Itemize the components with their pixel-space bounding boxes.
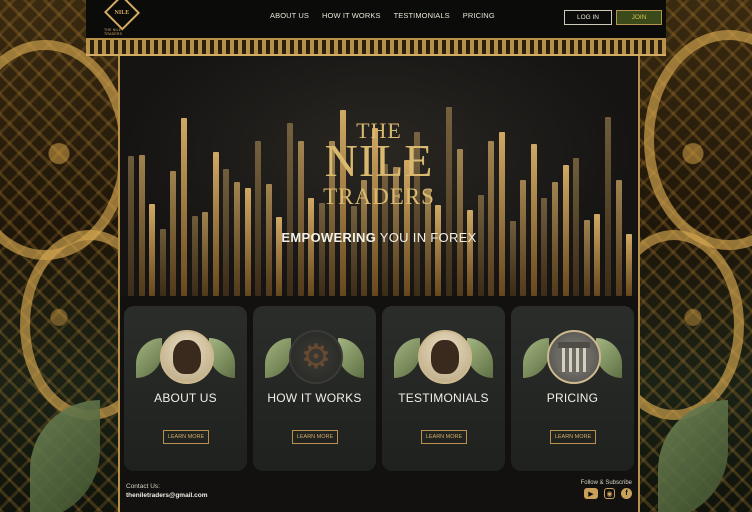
nav-how-it-works[interactable]: HOW IT WORKS	[322, 11, 381, 20]
logo-diamond-icon: NILE	[103, 0, 141, 31]
hero-bar-decoration	[541, 198, 548, 296]
hero-bar-decoration	[350, 206, 357, 296]
learn-more-button[interactable]: LEARN MORE	[163, 430, 209, 444]
laurel-left-icon	[136, 338, 162, 378]
hero-bar-decoration	[435, 205, 442, 296]
hero-bar-decoration	[467, 210, 474, 296]
follow-label: Follow & Subscribe	[580, 480, 632, 486]
laurel-left-icon	[523, 338, 549, 378]
card-title: PRICING	[546, 391, 599, 405]
right-ornament-panel	[634, 0, 752, 512]
hero-bar-decoration	[308, 198, 315, 296]
portrait-icon	[418, 330, 472, 384]
learn-more-button[interactable]: LEARN MORE	[292, 430, 338, 444]
hero-bar-decoration	[477, 195, 484, 296]
contact-label: Contact Us:	[126, 483, 160, 490]
contact-email-link[interactable]: theniletraders@gmail.com	[126, 491, 207, 500]
portrait-icon	[160, 330, 214, 384]
instagram-icon[interactable]: ◉	[604, 488, 615, 499]
learn-more-button[interactable]: LEARN MORE	[550, 430, 596, 444]
learn-more-button[interactable]: LEARN MORE	[421, 430, 467, 444]
ornamental-border	[86, 40, 666, 56]
temple-icon	[547, 330, 601, 384]
hero-bar-decoration	[276, 217, 283, 296]
hero-title-line-2: NILE	[324, 135, 434, 186]
nav-testimonials[interactable]: TESTIMONIALS	[394, 11, 450, 20]
hero-bar-decoration	[191, 216, 198, 296]
tagline-rest: YOU IN FOREX	[376, 230, 477, 245]
site-logo[interactable]: NILE THE NILE TRADERS	[103, 0, 141, 36]
nav-pricing[interactable]: PRICING	[463, 11, 495, 20]
card-testimonials[interactable]: TESTIMONIALS LEARN MORE	[382, 306, 505, 471]
hero-title-line-3: TRADERS	[323, 184, 435, 209]
card-title: TESTIMONIALS	[398, 391, 489, 405]
hero-banner: THE NILE TRADERS EMPOWERING YOU IN FOREX	[120, 56, 638, 296]
gear-icon: ⚙	[289, 330, 343, 384]
laurel-left-icon	[265, 338, 291, 378]
card-about-us[interactable]: ABOUT US LEARN MORE	[124, 306, 247, 471]
hero-bar-decoration	[149, 204, 156, 296]
contact-info: Contact Us: theniletraders@gmail.com	[126, 482, 207, 500]
nav-about-us[interactable]: ABOUT US	[270, 11, 309, 20]
card-pricing[interactable]: PRICING LEARN MORE	[511, 306, 634, 471]
card-how-it-works[interactable]: ⚙ HOW IT WORKS LEARN MORE	[253, 306, 376, 471]
laurel-left-icon	[394, 338, 420, 378]
hero-bar-decoration	[318, 203, 325, 296]
join-button[interactable]: JOIN	[616, 10, 662, 25]
login-button[interactable]: LOG IN	[564, 10, 612, 25]
hero-bar-decoration	[594, 214, 601, 296]
hero-tagline: EMPOWERING YOU IN FOREX	[120, 230, 638, 245]
hero-bar-decoration	[202, 212, 209, 296]
social-links: ▶ ◉ f	[584, 488, 632, 499]
card-title: HOW IT WORKS	[267, 391, 362, 405]
main-content-panel: THE NILE TRADERS EMPOWERING YOU IN FOREX…	[118, 56, 640, 512]
facebook-icon[interactable]: f	[621, 488, 632, 499]
main-nav: ABOUT US HOW IT WORKS TESTIMONIALS PRICI…	[270, 11, 495, 20]
youtube-icon[interactable]: ▶	[584, 488, 598, 499]
card-title: ABOUT US	[154, 391, 217, 405]
left-ornament-panel	[0, 0, 118, 512]
tagline-bold: EMPOWERING	[281, 230, 377, 245]
top-navigation-bar: NILE THE NILE TRADERS ABOUT US HOW IT WO…	[86, 0, 666, 40]
